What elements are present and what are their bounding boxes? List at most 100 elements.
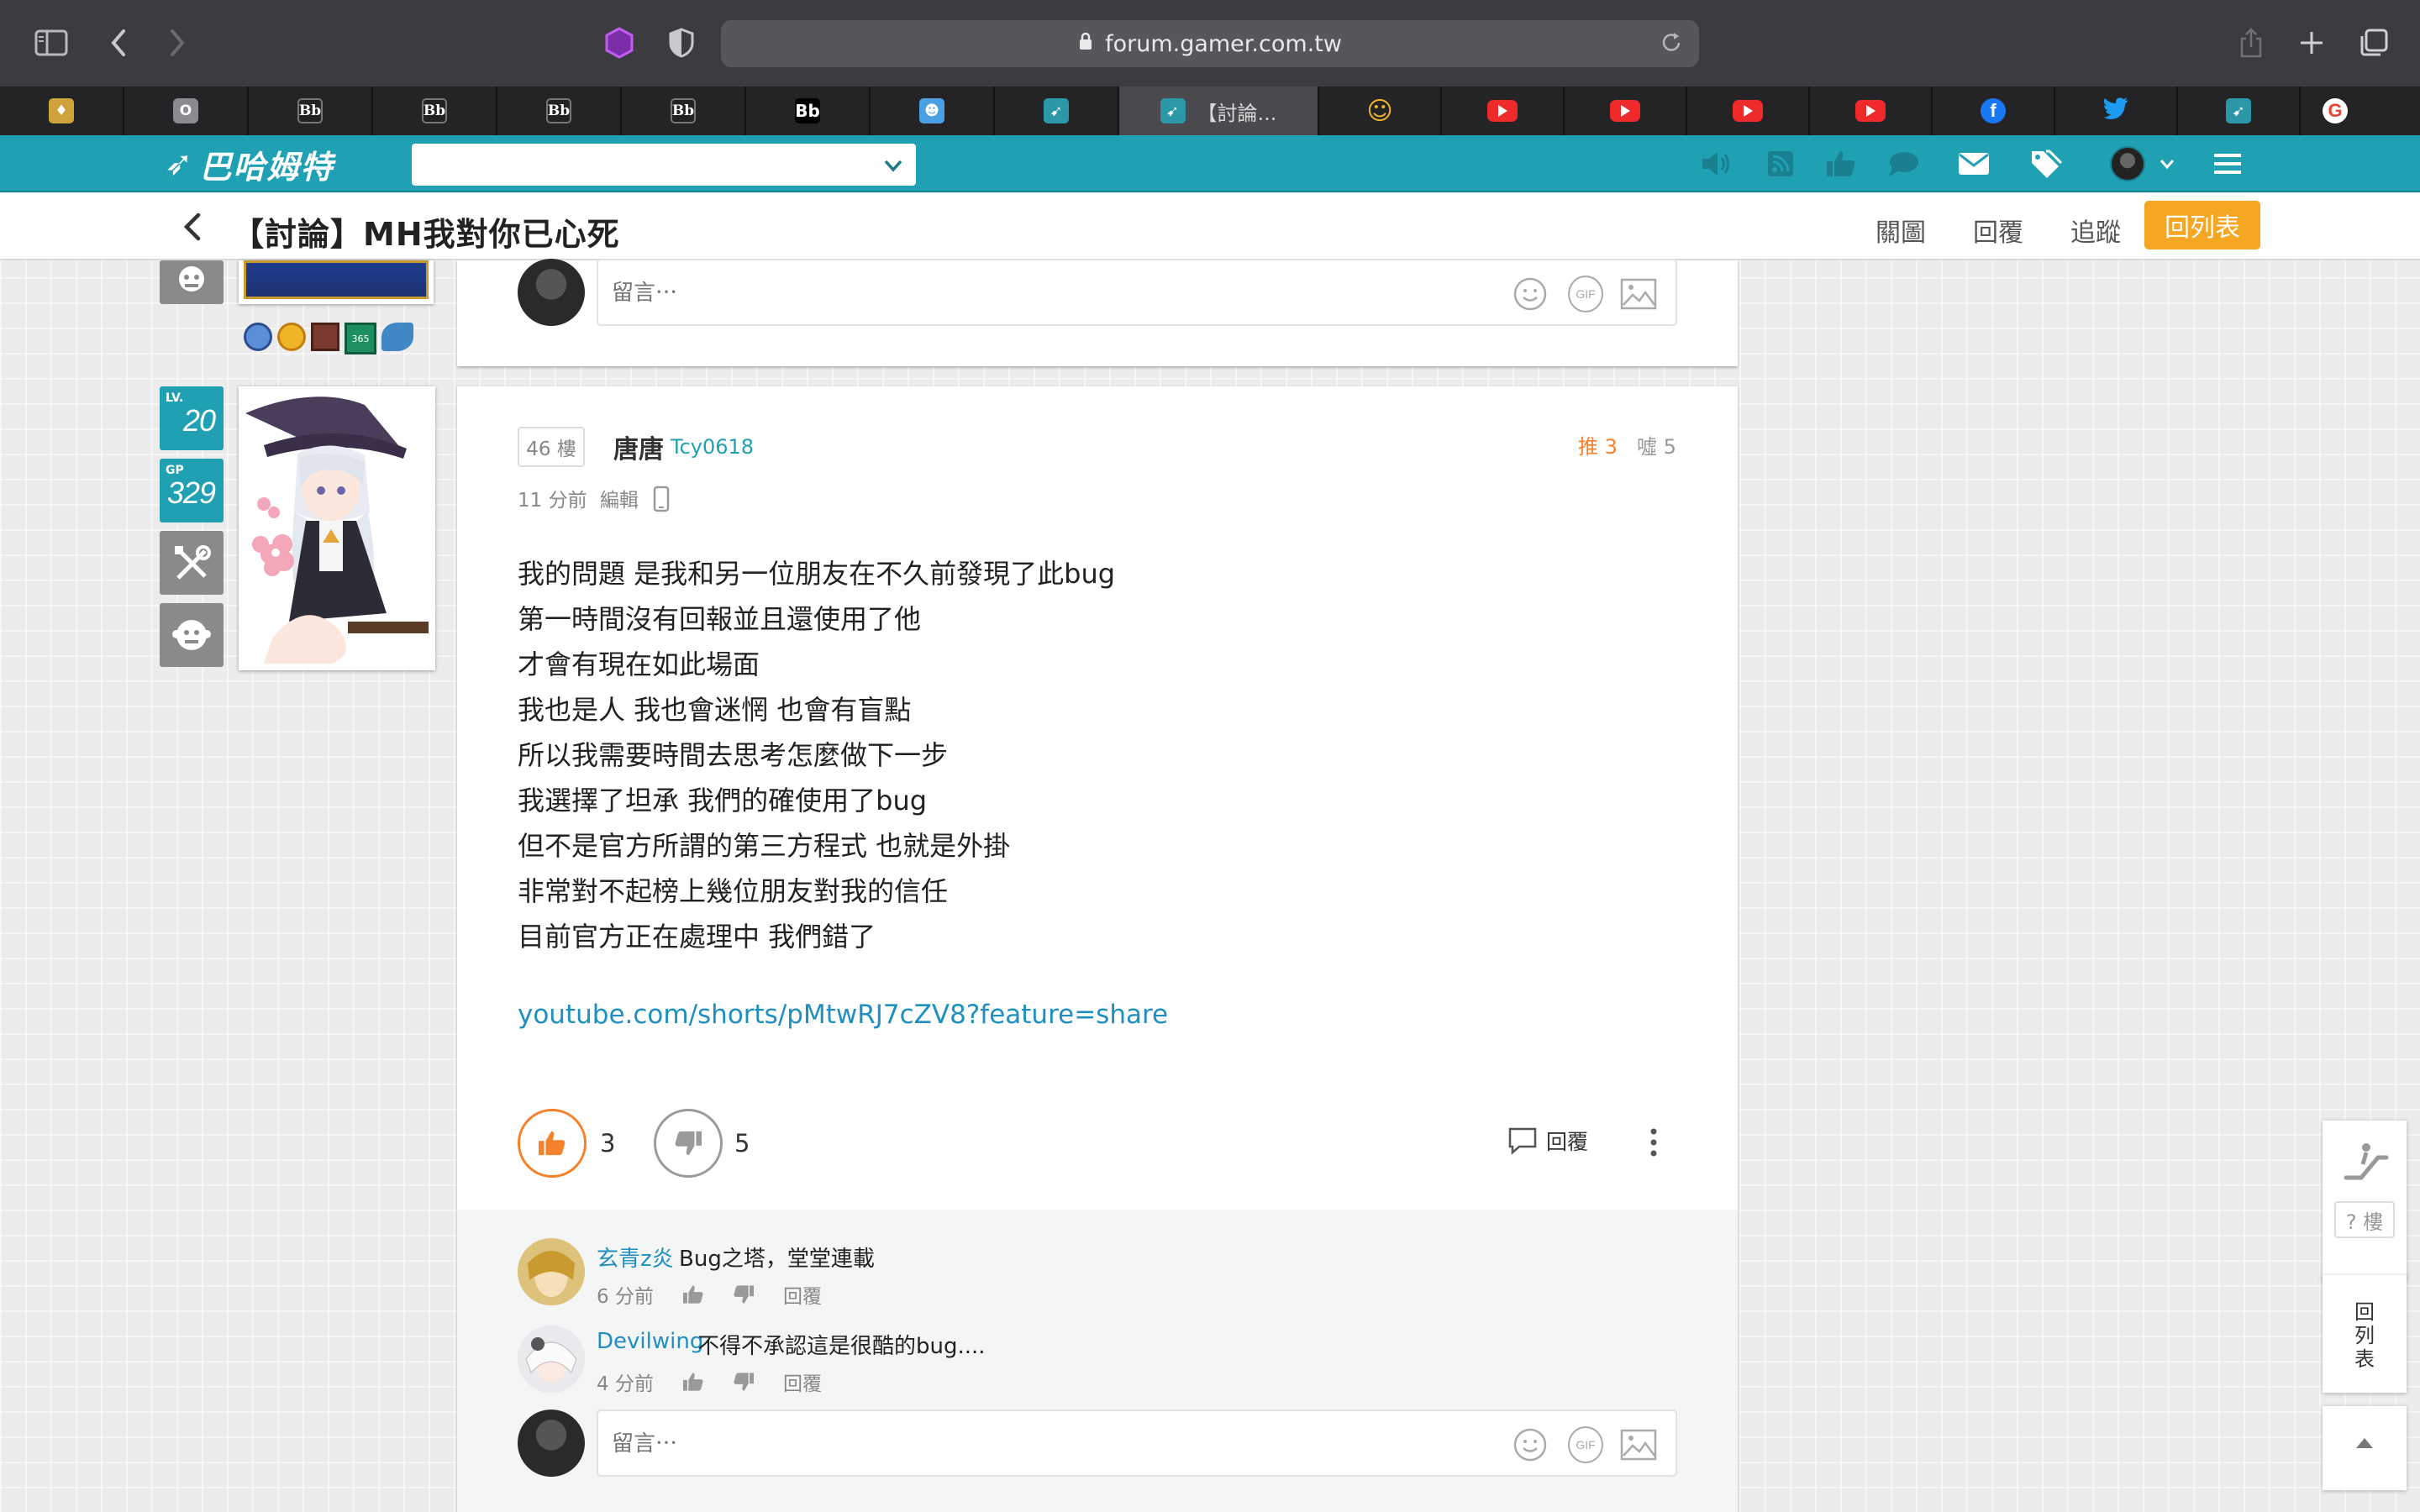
tab-14[interactable]: [1687, 87, 1810, 135]
monkey-icon[interactable]: [160, 603, 224, 667]
site-search[interactable]: [412, 144, 916, 186]
youtube-icon: [1855, 100, 1886, 122]
author-name[interactable]: 唐唐: [613, 428, 664, 465]
calendar-365-icon: 365: [345, 323, 376, 354]
link-pictures[interactable]: 關圖: [1876, 212, 1926, 249]
mail-icon[interactable]: [1956, 146, 1991, 181]
more-options-icon[interactable]: [1649, 1127, 1659, 1161]
witch-character-avatar: [245, 391, 429, 664]
thumbs-up-icon[interactable]: [682, 1284, 704, 1305]
tab-8[interactable]: ☻: [871, 87, 995, 135]
tab-1[interactable]: ♦: [0, 87, 124, 135]
thumbs-down-icon[interactable]: [733, 1284, 755, 1305]
commenter-avatar[interactable]: [518, 1326, 585, 1393]
gif-button[interactable]: GIF: [1568, 276, 1603, 312]
chevron-down-icon[interactable]: [2154, 146, 2180, 181]
tab-9[interactable]: ➹: [995, 87, 1119, 135]
commenter-name[interactable]: Devilwing: [597, 1329, 703, 1354]
back-to-list-side-button[interactable]: 回列表: [2323, 1275, 2407, 1393]
boo-count[interactable]: 噓 5: [1637, 430, 1676, 459]
comment-reply-link[interactable]: 回覆: [783, 1280, 822, 1309]
user-avatar[interactable]: [2109, 146, 2146, 181]
tab-7[interactable]: Bb: [746, 87, 871, 135]
image-icon[interactable]: [1620, 276, 1657, 312]
link-reply[interactable]: 回覆: [1973, 212, 2023, 249]
tab-17[interactable]: [2055, 87, 2178, 135]
comment-section: 玄青z炎 Bug之塔，堂堂連載 6 分前 回覆 Devilwing 不得不承認這…: [457, 1210, 1738, 1512]
thumbs-down-icon[interactable]: [733, 1372, 755, 1392]
gp-button[interactable]: [518, 1109, 587, 1178]
search-input[interactable]: [412, 144, 916, 186]
chat-bubble-icon[interactable]: [1886, 146, 1921, 181]
tab-2[interactable]: O: [124, 87, 249, 135]
back-to-list-button[interactable]: 回列表: [2144, 201, 2260, 249]
commenter-name[interactable]: 玄青z炎: [597, 1242, 674, 1273]
user-card-icon: ☻: [919, 98, 944, 123]
privacy-extension-icon[interactable]: [598, 22, 640, 64]
reload-icon[interactable]: [1659, 30, 1684, 61]
forward-arrow-icon[interactable]: [156, 22, 198, 64]
tab-16[interactable]: f: [1933, 87, 2055, 135]
comment-box[interactable]: GIF: [597, 259, 1677, 326]
thumbs-up-icon[interactable]: [682, 1372, 704, 1392]
comment-reply-link[interactable]: 回覆: [783, 1368, 822, 1396]
tags-icon[interactable]: [2028, 146, 2064, 181]
tab-18[interactable]: ➹: [2178, 87, 2301, 135]
author-id[interactable]: Tcy0618: [671, 435, 754, 459]
hamburger-menu-icon[interactable]: [2210, 146, 2245, 181]
address-bar[interactable]: forum.gamer.com.tw: [721, 20, 1699, 67]
link-follow[interactable]: 追蹤: [2070, 212, 2121, 249]
tab-6[interactable]: Bb: [622, 87, 746, 135]
reply-button[interactable]: 回覆: [1507, 1126, 1588, 1156]
tab-13[interactable]: [1565, 87, 1687, 135]
gif-button[interactable]: GIF: [1568, 1426, 1603, 1463]
tools-icon[interactable]: [160, 531, 224, 595]
emoji-icon[interactable]: [1512, 1426, 1548, 1463]
bp-button[interactable]: [654, 1109, 723, 1178]
floor-jump-input[interactable]: ? 樓: [2334, 1201, 2395, 1238]
emoji-icon[interactable]: [1512, 276, 1548, 312]
comment-box[interactable]: GIF: [597, 1410, 1677, 1477]
tab-15[interactable]: [1810, 87, 1933, 135]
commenter-avatar[interactable]: [518, 1238, 585, 1305]
monkey-icon[interactable]: [160, 260, 224, 304]
previous-author-avatar[interactable]: [239, 260, 434, 304]
escalator-icon: [2341, 1139, 2390, 1188]
chevron-down-icon[interactable]: [882, 155, 904, 180]
post-line: 我的問題 是我和另一位朋友在不久前發現了此bug: [518, 558, 1116, 590]
edit-link[interactable]: 編輯: [600, 490, 639, 512]
level-badge[interactable]: LV. 20: [160, 386, 224, 450]
image-icon[interactable]: [1620, 1426, 1657, 1463]
bp-count: 5: [734, 1129, 750, 1158]
tab-4[interactable]: Bb: [373, 87, 497, 135]
share-icon[interactable]: [2230, 22, 2272, 64]
tab-overview-icon[interactable]: [2353, 22, 2395, 64]
speaker-icon[interactable]: [1699, 146, 1734, 181]
floor-jump-panel[interactable]: ? 樓: [2323, 1121, 2407, 1280]
youtube-link[interactable]: youtube.com/shorts/pMtwRJ7cZV8?feature=s…: [518, 1000, 1168, 1030]
tab-3[interactable]: Bb: [249, 87, 373, 135]
rss-icon[interactable]: [1763, 146, 1798, 181]
mobile-icon: [653, 486, 670, 517]
post-line: 才會有現在如此場面: [518, 648, 760, 680]
coin-icon: [277, 323, 306, 351]
bb-icon: Bb: [297, 98, 323, 123]
new-tab-icon[interactable]: [2291, 22, 2333, 64]
floor-number[interactable]: 46 樓: [518, 427, 585, 467]
tab-5[interactable]: Bb: [497, 87, 622, 135]
scroll-top-button[interactable]: [2323, 1406, 2407, 1490]
gp-badge[interactable]: GP 329: [160, 459, 224, 522]
shield-icon[interactable]: [660, 22, 702, 64]
caret-up-icon: [2354, 1436, 2375, 1453]
sidebar-toggle-icon[interactable]: [30, 22, 72, 64]
thumbs-up-icon[interactable]: [1823, 146, 1859, 181]
site-logo[interactable]: ➶ 巴哈姆特: [165, 139, 334, 189]
push-count[interactable]: 推 3: [1578, 430, 1618, 459]
author-avatar-card[interactable]: [239, 386, 435, 670]
back-arrow-icon[interactable]: [97, 22, 139, 64]
back-chevron-icon[interactable]: [176, 210, 210, 244]
tab-active-thread[interactable]: ➹ 【討論...: [1119, 87, 1319, 135]
tab-12[interactable]: [1442, 87, 1565, 135]
tab-19[interactable]: G: [2301, 87, 2370, 135]
tab-11[interactable]: ☺: [1319, 87, 1442, 135]
